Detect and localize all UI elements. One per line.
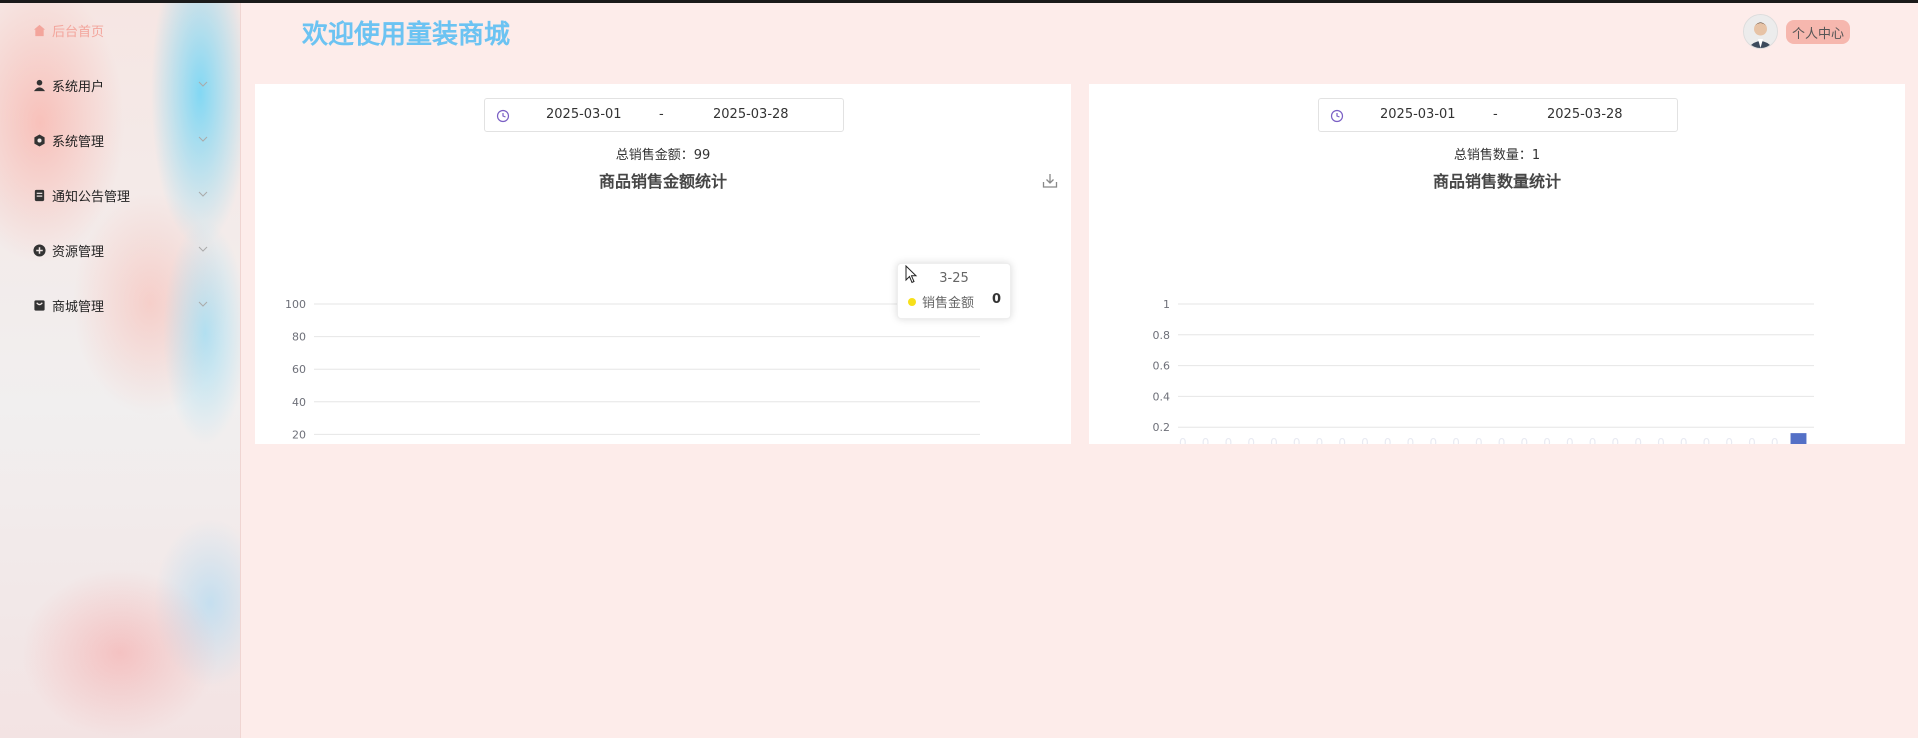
sales-quantity-bar-chart: 00.20.40.60.813-13-33-53-73-93-113-133-1… <box>1153 298 1814 444</box>
total-sales-quantity: 总销售数量：1 <box>1453 148 1541 163</box>
chart-title: 商品销售金额统计 <box>598 172 727 191</box>
user-icon <box>32 78 46 92</box>
data-label: 0 <box>1429 436 1437 444</box>
total-sales-amount: 总销售金额：99 <box>615 148 711 163</box>
data-label: 0 <box>1498 436 1506 444</box>
chevron-down-icon <box>198 246 208 252</box>
sidebar: 后台首页 系统用户 系统管理 通知公告管理 资源管理 商城管理 <box>0 3 241 738</box>
y-tick-label: 0.6 <box>1153 360 1171 373</box>
data-label: 0 <box>1475 436 1483 444</box>
data-label: 0 <box>1384 436 1392 444</box>
gear-icon <box>32 133 46 147</box>
start-date-input[interactable]: 2025-03-01 <box>1380 107 1456 122</box>
chevron-down-icon <box>198 191 208 197</box>
mouse-cursor-icon <box>905 265 918 284</box>
data-label: 0 <box>1247 436 1255 444</box>
y-tick-label: 40 <box>292 396 306 409</box>
range-separator: - <box>1493 107 1498 122</box>
data-label: 0 <box>1225 436 1233 444</box>
sidebar-item-mall-management[interactable]: 商城管理 <box>0 290 230 320</box>
y-tick-label: 100 <box>285 298 306 311</box>
chevron-down-icon <box>198 81 208 87</box>
chart-title: 商品销售数量统计 <box>1432 172 1561 191</box>
start-date-input[interactable]: 2025-03-01 <box>546 107 622 122</box>
y-tick-label: 80 <box>292 331 306 344</box>
data-label: 0 <box>1657 436 1665 444</box>
data-label: 0 <box>1589 436 1597 444</box>
data-label: 0 <box>1566 436 1574 444</box>
sidebar-item-resource-management[interactable]: 资源管理 <box>0 235 230 265</box>
data-label: 0 <box>1270 436 1278 444</box>
y-tick-label: 20 <box>292 428 306 441</box>
data-label: 0 <box>1452 436 1460 444</box>
data-label: 0 <box>1748 436 1756 444</box>
store-icon <box>32 298 46 312</box>
plus-circle-icon <box>32 243 46 257</box>
data-label: 0 <box>1316 436 1324 444</box>
data-label: 0 <box>1703 436 1711 444</box>
sidebar-item-label: 系统用户 <box>52 79 105 95</box>
avatar-image <box>1744 15 1777 48</box>
welcome-title: 欢迎使用童装商城 <box>302 19 511 49</box>
data-label: 0 <box>1179 436 1187 444</box>
data-label: 0 <box>1202 436 1210 444</box>
tooltip-value: 0 <box>992 292 1002 307</box>
date-range-picker[interactable]: 2025-03-01 - 2025-03-28 <box>484 98 844 132</box>
tooltip-series-name: 销售金额 <box>922 296 975 311</box>
chevron-down-icon <box>198 301 208 307</box>
sales-quantity-card: 2025-03-01 - 2025-03-28 总销售数量：1 商品销售数量统计… <box>1089 84 1905 444</box>
data-label: 0 <box>1725 436 1733 444</box>
sales-amount-line-chart: 0204060801003-13-33-53-73-93-113-133-153… <box>285 298 980 441</box>
sidebar-item-label: 商城管理 <box>52 299 105 315</box>
data-label: 0 <box>1680 436 1688 444</box>
clock-icon <box>1330 109 1344 123</box>
sidebar-item-system-management[interactable]: 系统管理 <box>0 125 230 155</box>
date-range-picker[interactable]: 2025-03-01 - 2025-03-28 <box>1318 98 1678 132</box>
sales-amount-card: 2025-03-01 - 2025-03-28 总销售金额：99 商品销售金额统… <box>255 84 1071 444</box>
chevron-down-icon <box>198 136 208 142</box>
end-date-input[interactable]: 2025-03-28 <box>1547 107 1623 122</box>
range-separator: - <box>659 107 664 122</box>
clock-icon <box>496 109 510 123</box>
data-label: 0 <box>1521 436 1529 444</box>
document-icon <box>32 188 46 202</box>
sidebar-item-home[interactable]: 后台首页 <box>0 15 230 45</box>
data-label: 0 <box>1407 436 1415 444</box>
sidebar-item-label: 资源管理 <box>52 244 105 260</box>
sidebar-item-system-users[interactable]: 系统用户 <box>0 70 230 100</box>
y-tick-label: 0.8 <box>1153 329 1171 342</box>
data-label: 0 <box>1771 436 1779 444</box>
y-tick-label: 0.2 <box>1153 421 1171 434</box>
download-icon[interactable] <box>1041 172 1059 190</box>
top-border <box>0 0 1918 3</box>
data-label: 0 <box>1293 436 1301 444</box>
y-tick-label: 60 <box>292 363 306 376</box>
data-label: 0 <box>1543 436 1551 444</box>
data-label: 0 <box>1338 436 1346 444</box>
data-label: 0 <box>1612 436 1620 444</box>
end-date-input[interactable]: 2025-03-28 <box>713 107 789 122</box>
sidebar-item-notice-management[interactable]: 通知公告管理 <box>0 180 230 210</box>
user-center-button[interactable]: 个人中心 <box>1786 20 1851 44</box>
y-tick-label: 0.4 <box>1153 390 1171 403</box>
avatar[interactable] <box>1743 14 1778 49</box>
y-tick-label: 1 <box>1163 298 1170 311</box>
bar <box>1790 433 1807 444</box>
tooltip-series-dot <box>908 298 916 306</box>
sidebar-item-label: 通知公告管理 <box>52 189 131 205</box>
sidebar-item-label: 后台首页 <box>52 24 105 40</box>
sidebar-item-label: 系统管理 <box>52 134 105 150</box>
data-label: 0 <box>1634 436 1642 444</box>
home-icon <box>32 23 46 37</box>
data-label: 0 <box>1361 436 1369 444</box>
